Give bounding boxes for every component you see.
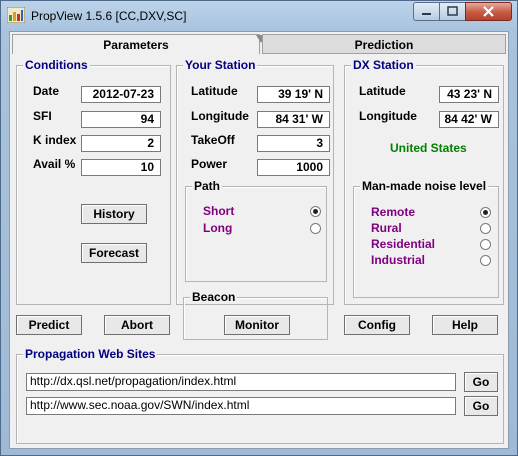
minimize-button[interactable] [413,2,440,21]
beacon-title: Beacon [190,290,238,304]
web-sites-group: Propagation Web Sites http://dx.qsl.net/… [16,347,504,444]
path-title: Path [192,179,223,193]
your-longitude-label: Longitude [191,109,249,123]
noise-residential-radio[interactable] [480,239,491,250]
date-field[interactable]: 2012-07-23 [81,86,161,103]
tab-prediction[interactable]: Prediction [262,34,506,54]
noise-rural-radio[interactable] [480,223,491,234]
path-long-radio[interactable] [310,223,321,234]
your-latitude-field[interactable]: 39 19' N [257,86,330,103]
maximize-icon [447,6,458,16]
web-sites-title: Propagation Web Sites [23,347,158,361]
go-button-2[interactable]: Go [464,396,498,416]
dx-country: United States [390,141,467,155]
predict-button[interactable]: Predict [16,315,82,335]
history-button[interactable]: History [81,204,147,224]
noise-industrial-radio[interactable] [480,255,491,266]
kindex-field[interactable]: 2 [81,135,161,152]
dx-latitude-field[interactable]: 43 23' N [439,86,499,103]
minimize-icon [422,13,431,15]
close-button[interactable] [465,2,512,21]
kindex-label: K index [33,133,77,147]
beacon-group: Beacon Monitor [183,290,328,340]
noise-remote-radio[interactable] [480,207,491,218]
power-field[interactable]: 1000 [257,159,330,176]
takeoff-field[interactable]: 3 [257,135,330,152]
close-icon [483,6,494,17]
propview-window: PropView 1.5.6 [CC,DXV,SC] Parameters Pr… [0,0,518,456]
your-station-group: Your Station Latitude 39 19' N Longitude… [176,58,334,305]
monitor-button[interactable]: Monitor [224,315,290,335]
noise-group: Man-made noise level Remote Rural Reside… [353,179,499,298]
path-group: Path Short Long [185,179,327,282]
your-station-title: Your Station [183,58,258,72]
url-field-1[interactable]: http://dx.qsl.net/propagation/index.html [26,373,456,391]
abort-button[interactable]: Abort [104,315,170,335]
maximize-button[interactable] [439,2,466,21]
avail-label: Avail % [33,157,76,171]
window-title: PropView 1.5.6 [CC,DXV,SC] [31,9,187,23]
go-button-1[interactable]: Go [464,372,498,392]
path-short-radio[interactable] [310,206,321,217]
app-icon [7,7,25,23]
noise-option-residential[interactable]: Residential [371,237,435,251]
title-bar[interactable]: PropView 1.5.6 [CC,DXV,SC] [1,1,517,31]
your-longitude-field[interactable]: 84 31' W [257,111,330,128]
dx-station-group: DX Station Latitude 43 23' N Longitude 8… [344,58,504,305]
noise-option-remote[interactable]: Remote [371,205,415,219]
tab-parameters[interactable]: Parameters [12,34,260,54]
takeoff-label: TakeOff [191,133,235,147]
url-field-2[interactable]: http://www.sec.noaa.gov/SWN/index.html [26,397,456,415]
noise-option-industrial[interactable]: Industrial [371,253,425,267]
avail-field[interactable]: 10 [81,159,161,176]
conditions-title: Conditions [23,58,90,72]
path-long-label[interactable]: Long [203,221,232,235]
noise-option-rural[interactable]: Rural [371,221,402,235]
your-latitude-label: Latitude [191,84,238,98]
sfi-label: SFI [33,109,52,123]
dx-longitude-field[interactable]: 84 42' W [439,111,499,128]
forecast-button[interactable]: Forecast [81,243,147,263]
main-panel: Parameters Prediction Conditions Date 20… [9,31,509,449]
conditions-group: Conditions Date 2012-07-23 SFI 94 K inde… [16,58,171,305]
dx-latitude-label: Latitude [359,84,406,98]
path-short-label[interactable]: Short [203,204,234,218]
noise-title: Man-made noise level [360,179,489,193]
config-button[interactable]: Config [344,315,410,335]
sfi-field[interactable]: 94 [81,111,161,128]
dx-station-title: DX Station [351,58,416,72]
power-label: Power [191,157,228,171]
date-label: Date [33,84,60,98]
dx-longitude-label: Longitude [359,109,417,123]
help-button[interactable]: Help [432,315,498,335]
